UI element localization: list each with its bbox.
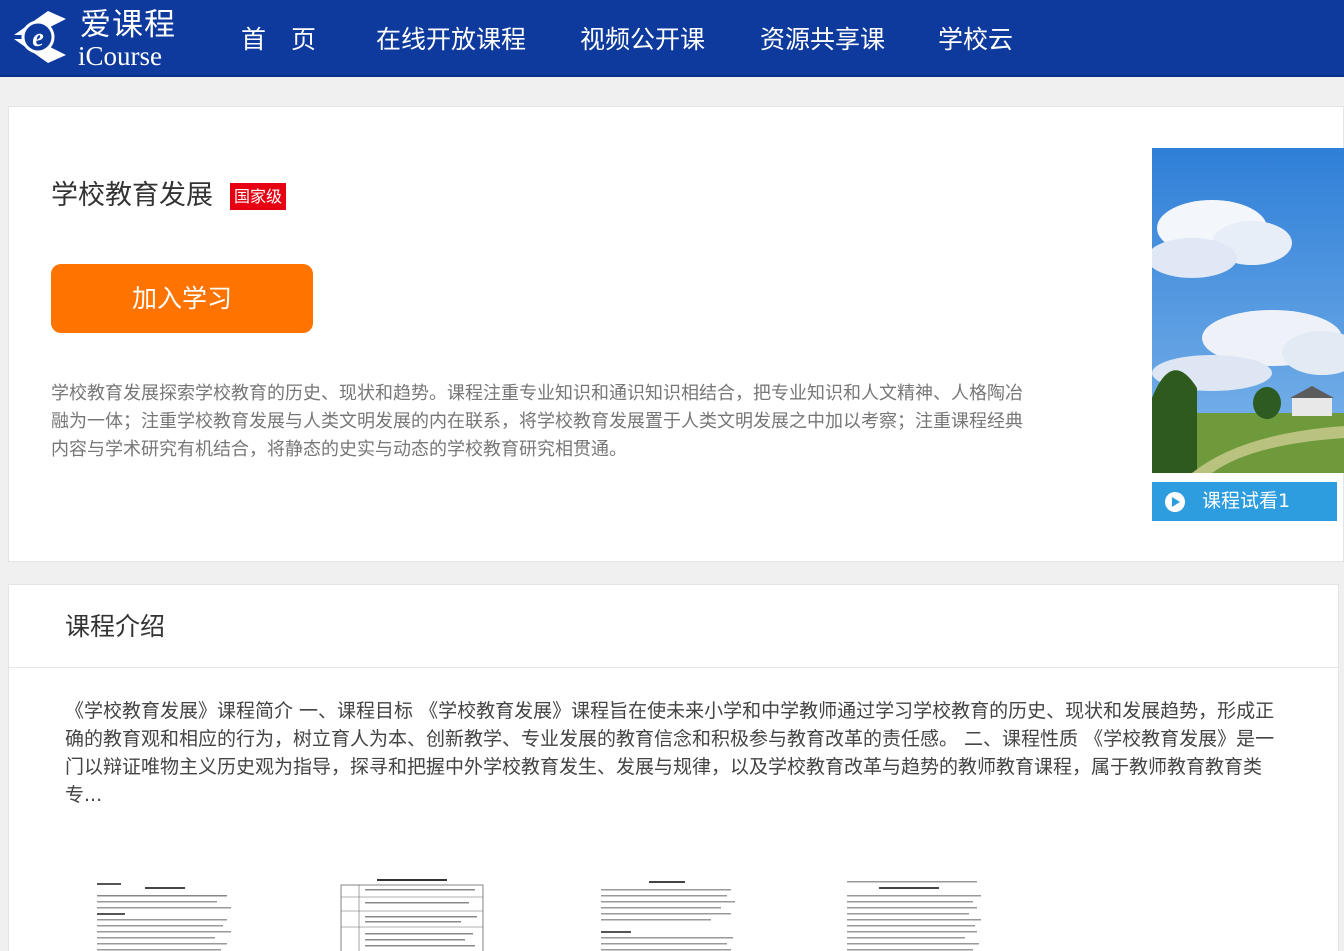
trial-button-label: 课程试看1 <box>1202 490 1291 512</box>
document-thumbnail[interactable] <box>839 875 989 951</box>
course-introduction-card: 课程介绍 《学校教育发展》课程简介 一、课程目标 《学校教育发展》课程旨在使未来… <box>8 584 1339 951</box>
top-navigation-bar: e 爱课程 iCourse 首 页 在线开放课程 视频公开课 资源共享课 学校云 <box>0 0 1344 77</box>
icourse-logo-icon: e <box>14 11 66 63</box>
join-course-button[interactable]: 加入学习 <box>51 264 313 333</box>
nav-item-online-open-courses[interactable]: 在线开放课程 <box>376 20 526 60</box>
course-preview-image[interactable] <box>1152 148 1344 473</box>
play-icon <box>1165 492 1185 512</box>
section-heading: 课程介绍 <box>65 612 166 641</box>
svg-text:e: e <box>32 23 44 52</box>
course-description: 学校教育发展探索学校教育的历史、现状和趋势。课程注重专业知识和通识知识相结合，把… <box>51 383 1023 460</box>
document-thumbnail[interactable] <box>337 875 487 951</box>
nav-item-video-open-courses[interactable]: 视频公开课 <box>580 20 705 60</box>
document-thumbnail[interactable] <box>593 875 743 951</box>
course-trial-button[interactable]: 课程试看1 <box>1152 482 1337 521</box>
document-page-image <box>839 875 989 951</box>
document-page-image <box>337 875 487 951</box>
national-level-badge: 国家级 <box>230 183 287 210</box>
nav-item-home[interactable]: 首 页 <box>241 20 316 60</box>
nav-item-school-cloud[interactable]: 学校云 <box>938 20 1013 60</box>
logo-text-en: iCourse <box>78 41 162 71</box>
section-divider <box>9 667 1338 668</box>
landscape-picture <box>1152 148 1344 473</box>
course-overview-card: 学校教育发展 国家级 加入学习 学校教育发展探索学校教育的历史、现状和趋势。课程… <box>8 106 1344 562</box>
nav-item-resource-sharing-courses[interactable]: 资源共享课 <box>760 20 885 60</box>
icourse-logo[interactable]: e 爱课程 iCourse <box>8 5 178 73</box>
document-thumbnail[interactable] <box>89 875 239 951</box>
course-title: 学校教育发展 <box>51 180 213 211</box>
document-page-image <box>593 875 743 951</box>
logo-text-cn: 爱课程 <box>80 7 176 43</box>
document-page-image <box>89 875 239 951</box>
course-introduction-text: 《学校教育发展》课程简介 一、课程目标 《学校教育发展》课程旨在使未来小学和中学… <box>65 700 1275 806</box>
